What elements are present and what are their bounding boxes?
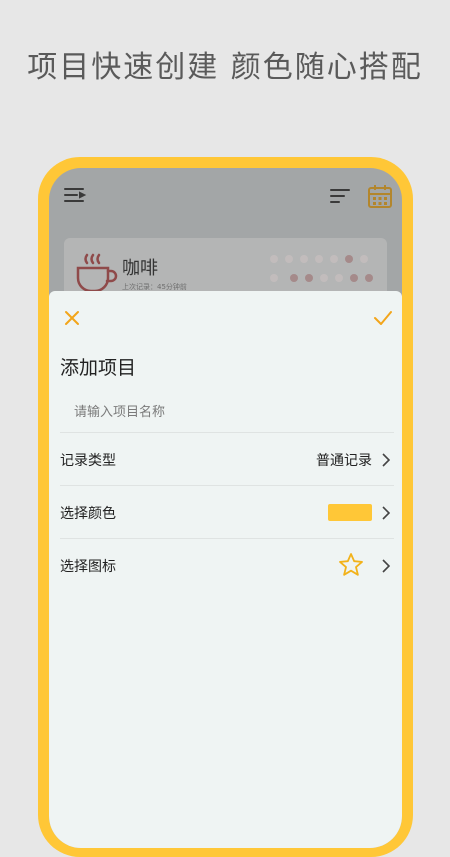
promo-headline: 项目快速创建 颜色随心搭配: [27, 50, 423, 85]
icon-label: 选择图标: [60, 559, 116, 575]
record-dot: [270, 274, 278, 282]
record-dot: [320, 274, 329, 282]
record-type-value: 普通记录: [316, 453, 372, 469]
app-bar: [49, 168, 402, 228]
project-name-input[interactable]: [60, 393, 394, 433]
record-dot: [285, 255, 293, 263]
color-swatch: [328, 504, 372, 521]
record-type-row[interactable]: 记录类型 普通记录: [60, 433, 394, 486]
color-label: 选择颜色: [60, 506, 116, 522]
calendar-icon[interactable]: [367, 184, 393, 214]
sort-icon[interactable]: [329, 186, 351, 210]
color-row[interactable]: 选择颜色: [60, 486, 394, 539]
record-dot: [315, 255, 323, 263]
menu-list-icon[interactable]: [63, 186, 87, 210]
icon-row[interactable]: 选择图标: [60, 539, 394, 592]
record-type-label: 记录类型: [60, 453, 116, 469]
chevron-right-icon: [382, 558, 391, 577]
record-dot: [290, 274, 299, 282]
phone-frame: 咖啡 上次记录：45分钟前 添加项目 请输入项目名称 记录类型 普通记录 选择颜…: [38, 157, 413, 857]
record-dot: [300, 255, 308, 263]
add-project-sheet: 添加项目 记录类型 普通记录 选择颜色 选择图标: [49, 291, 402, 848]
chevron-right-icon: [382, 505, 391, 524]
record-dot: [305, 274, 314, 282]
star-icon: [338, 552, 364, 581]
record-dot: [365, 274, 374, 282]
sheet-title: 添加项目: [60, 357, 137, 379]
close-icon[interactable]: [63, 309, 81, 331]
record-dot: [345, 255, 353, 263]
app-screen: 咖啡 上次记录：45分钟前 添加项目 请输入项目名称 记录类型 普通记录 选择颜…: [49, 168, 402, 848]
record-dot: [360, 255, 368, 263]
record-dot: [350, 274, 359, 282]
chevron-right-icon: [382, 452, 391, 471]
project-name: 咖啡: [122, 258, 158, 279]
check-icon[interactable]: [373, 309, 393, 331]
record-dot: [335, 274, 344, 282]
record-dot: [330, 255, 338, 263]
record-dot: [270, 255, 278, 263]
